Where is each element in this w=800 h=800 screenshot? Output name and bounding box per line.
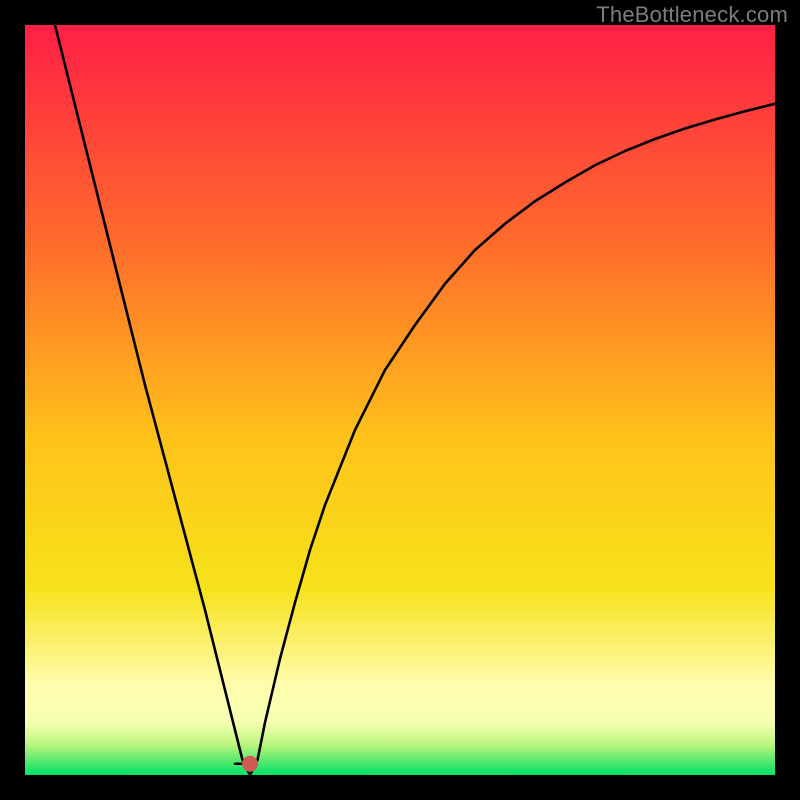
- plot-area: [25, 25, 775, 775]
- chart-frame: TheBottleneck.com: [0, 0, 800, 800]
- watermark-text: TheBottleneck.com: [596, 2, 788, 28]
- marker-dot: [242, 756, 258, 772]
- chart-svg: [25, 25, 775, 775]
